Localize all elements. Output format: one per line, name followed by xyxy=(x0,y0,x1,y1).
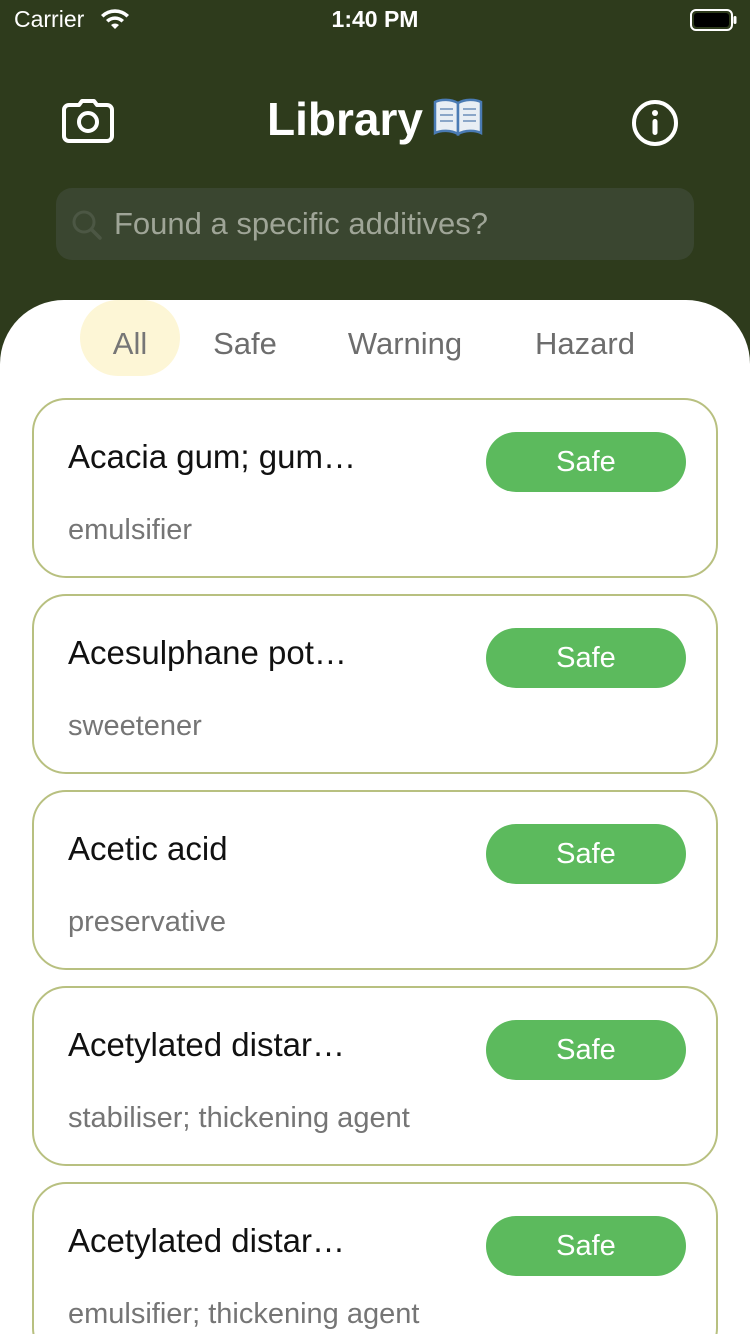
additive-category: preservative xyxy=(68,906,226,938)
additive-name: Acesulphane pot… xyxy=(68,634,347,671)
status-badge: Safe xyxy=(486,432,686,492)
search-icon xyxy=(72,210,102,240)
additive-category: sweetener xyxy=(68,710,202,742)
battery-icon xyxy=(690,9,737,31)
tab-safe[interactable]: Safe xyxy=(200,300,290,376)
page-title-text: Library xyxy=(267,93,423,145)
status-time: 1:40 PM xyxy=(331,6,419,32)
status-badge: Safe xyxy=(486,628,686,688)
additive-card[interactable]: Acesulphane pot… Safe sweetener xyxy=(32,594,718,774)
search-bar[interactable] xyxy=(56,188,694,260)
status-badge: Safe xyxy=(486,1020,686,1080)
filter-tabs: All Safe Warning Hazard xyxy=(0,300,750,390)
additive-list: Acacia gum; gum… Safe emulsifier Acesulp… xyxy=(32,398,718,1334)
additive-category: emulsifier xyxy=(68,514,193,546)
additive-name: Acetylated distar… xyxy=(68,1026,345,1063)
additive-card[interactable]: Acetylated distar… Safe emulsifier; thic… xyxy=(32,1182,718,1334)
additive-card[interactable]: Acacia gum; gum… Safe emulsifier xyxy=(32,398,718,578)
status-badge: Safe xyxy=(486,824,686,884)
info-icon xyxy=(632,100,678,146)
tab-hazard[interactable]: Hazard xyxy=(520,300,650,376)
open-book-icon xyxy=(433,98,483,136)
additive-category: stabiliser; thickening agent xyxy=(68,1102,410,1134)
additive-card[interactable]: Acetic acid Safe preservative xyxy=(32,790,718,970)
info-button[interactable] xyxy=(628,96,682,150)
status-badge: Safe xyxy=(486,1216,686,1276)
additive-name: Acetic acid xyxy=(68,830,228,867)
additive-card[interactable]: Acetylated distar… Safe stabiliser; thic… xyxy=(32,986,718,1166)
search-input[interactable] xyxy=(114,188,674,260)
tab-all[interactable]: All xyxy=(80,300,180,376)
additive-category: emulsifier; thickening agent xyxy=(68,1298,420,1330)
header: Library xyxy=(0,40,750,300)
tab-warning[interactable]: Warning xyxy=(330,300,480,376)
status-bar: Carrier 1:40 PM xyxy=(0,0,750,40)
additive-name: Acacia gum; gum… xyxy=(68,438,356,475)
library-content: All Safe Warning Hazard Acacia gum; gum…… xyxy=(0,300,750,1334)
additive-name: Acetylated distar… xyxy=(68,1222,345,1259)
